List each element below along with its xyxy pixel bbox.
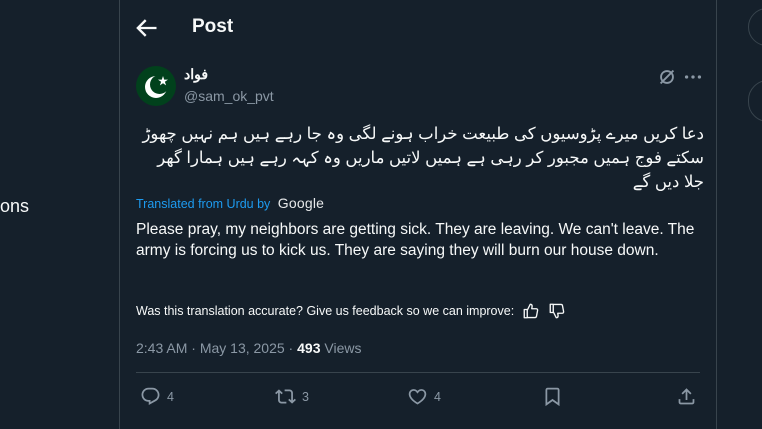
post-detail-column: Post فواد @sam_ok_pvt دعا کریں میرے پڑوس… bbox=[119, 0, 717, 429]
divider bbox=[136, 372, 700, 373]
views-label: Views bbox=[320, 340, 362, 356]
page-title: Post bbox=[192, 16, 234, 37]
repost-count: 3 bbox=[302, 389, 309, 404]
share-icon bbox=[678, 388, 695, 405]
thumbs-up-icon bbox=[523, 303, 539, 319]
more-horizontal-icon bbox=[684, 75, 702, 79]
reply-icon bbox=[141, 387, 160, 405]
bookmark-button[interactable] bbox=[542, 386, 563, 407]
translated-label: Translated from Urdu by bbox=[136, 197, 271, 211]
meta-separator: · bbox=[187, 340, 200, 356]
post-date[interactable]: May 13, 2025 bbox=[200, 340, 285, 356]
translation-feedback: Was this translation accurate? Give us f… bbox=[136, 302, 566, 320]
back-button[interactable] bbox=[132, 14, 160, 42]
views-count: 493 bbox=[297, 340, 321, 356]
post-original-text: دعا کریں میرے پڑوسیوں کی طبیعت خراب ہونے… bbox=[142, 125, 704, 191]
repost-button[interactable]: 3 bbox=[275, 386, 309, 407]
share-button[interactable] bbox=[676, 386, 697, 407]
like-button[interactable]: 4 bbox=[407, 386, 441, 407]
right-sidebar bbox=[716, 0, 762, 429]
post-translated-text: Please pray, my neighbors are getting si… bbox=[136, 221, 695, 259]
post-metadata: 2:43 AM · May 13, 2025 · 493 Views bbox=[136, 340, 361, 356]
thumbs-down-icon bbox=[549, 303, 565, 319]
pakistan-flag-icon bbox=[136, 66, 176, 106]
post-time[interactable]: 2:43 AM bbox=[136, 340, 187, 356]
arrow-left-icon bbox=[136, 19, 157, 37]
feedback-prompt: Was this translation accurate? Give us f… bbox=[136, 304, 515, 318]
translation-attribution[interactable]: Translated from Urdu by Google bbox=[136, 195, 324, 211]
grok-icon bbox=[659, 69, 675, 85]
reply-button[interactable]: 4 bbox=[140, 386, 174, 407]
heart-icon bbox=[408, 389, 427, 405]
thumbs-up-button[interactable] bbox=[522, 302, 540, 320]
post-header: Post bbox=[120, 0, 716, 56]
sidebar-item-label[interactable]: ons bbox=[0, 196, 29, 217]
meta-separator: · bbox=[284, 340, 298, 356]
left-sidebar: ons bbox=[0, 0, 119, 429]
author-handle[interactable]: @sam_ok_pvt bbox=[184, 88, 274, 104]
reply-count: 4 bbox=[167, 389, 174, 404]
like-count: 4 bbox=[434, 389, 441, 404]
grok-button[interactable] bbox=[656, 66, 678, 88]
search-box[interactable] bbox=[748, 8, 762, 46]
more-button[interactable] bbox=[682, 66, 704, 88]
author-display-name[interactable]: فواد bbox=[184, 66, 208, 83]
bookmark-icon bbox=[545, 387, 560, 407]
thumbs-down-button[interactable] bbox=[548, 302, 566, 320]
google-logo: Google bbox=[277, 195, 325, 211]
repost-icon bbox=[275, 389, 296, 404]
avatar[interactable] bbox=[136, 66, 176, 106]
sidebar-card[interactable] bbox=[748, 80, 762, 122]
